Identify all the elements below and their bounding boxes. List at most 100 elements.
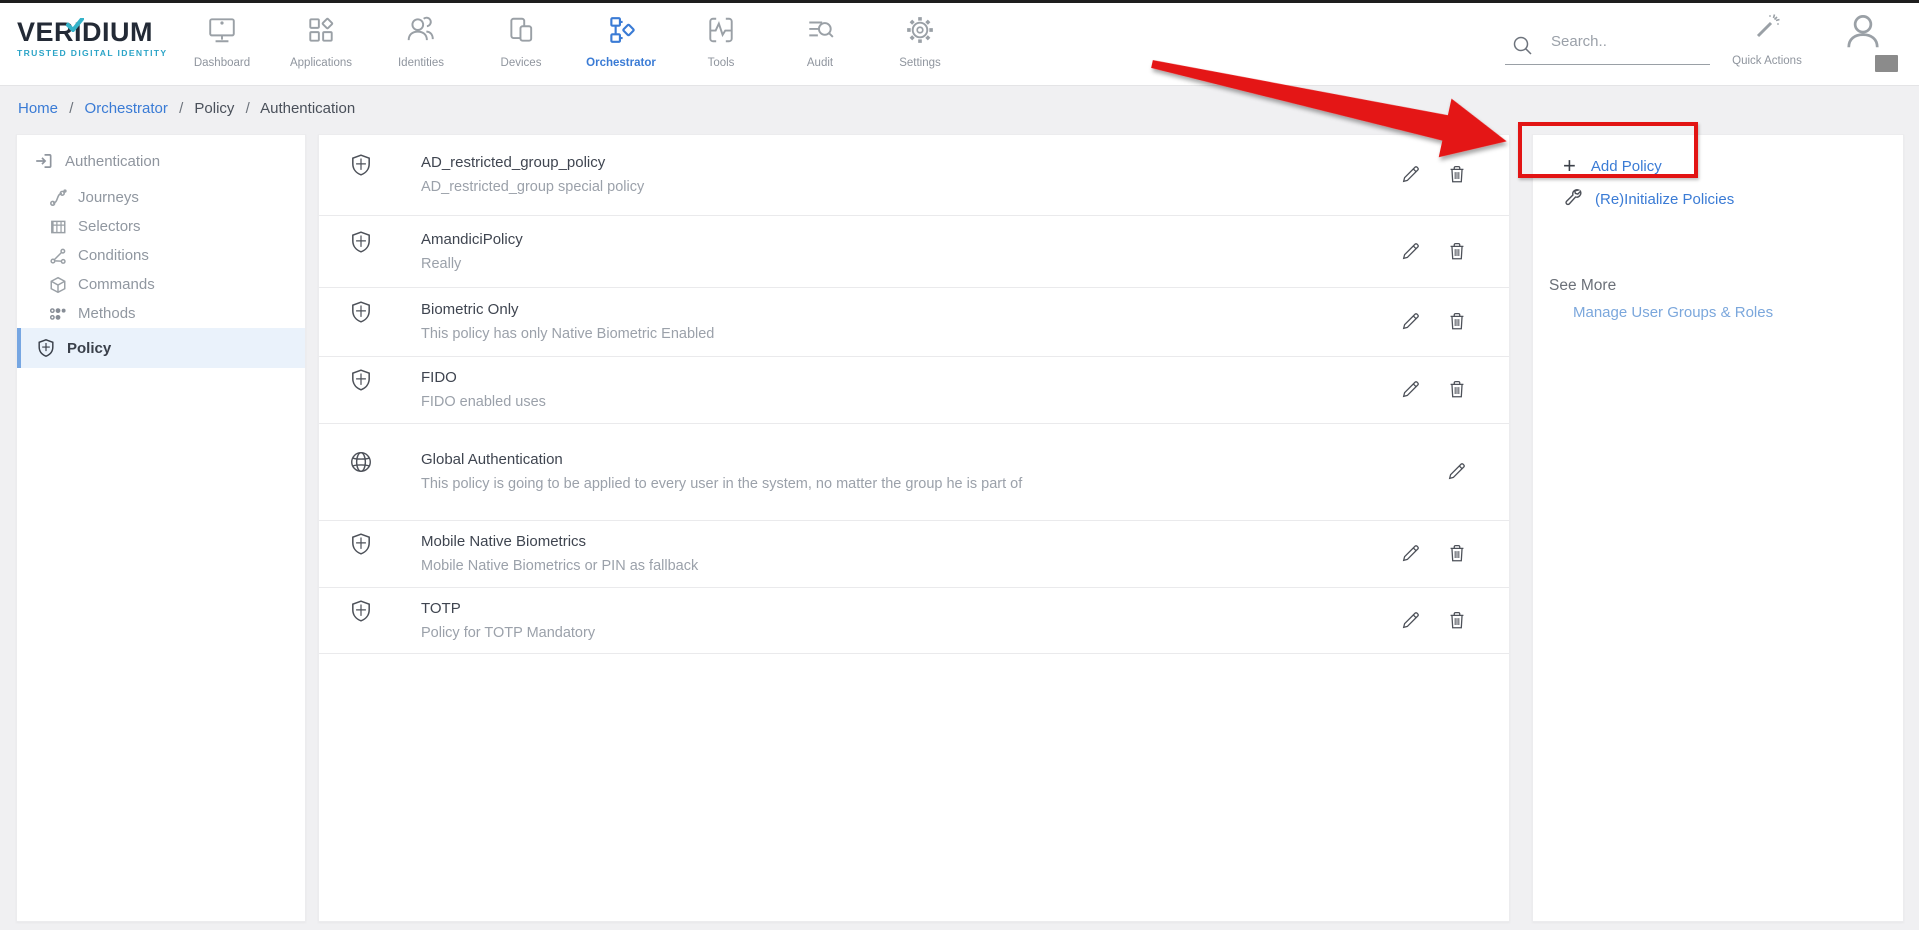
dots-grid-icon [49, 305, 67, 323]
sidebar-item-label: Selectors [78, 218, 141, 235]
nav-tools[interactable]: Tools [673, 11, 769, 81]
breadcrumb: Home / Orchestrator / Policy / Authentic… [18, 86, 355, 132]
breadcrumb-home[interactable]: Home [18, 100, 58, 117]
shield-icon [349, 532, 373, 556]
manage-user-groups-link[interactable]: Manage User Groups & Roles [1533, 304, 1903, 321]
sidebar-item-conditions[interactable]: Conditions [17, 241, 305, 270]
sidebar-item-authentication[interactable]: Authentication [17, 147, 305, 175]
sidebar-item-commands[interactable]: Commands [17, 270, 305, 299]
policy-description: This policy has only Native Biometric En… [421, 325, 714, 344]
shield-icon [349, 300, 373, 324]
nav-identities[interactable]: Identities [373, 11, 469, 81]
policy-row: AmandiciPolicy Really [319, 216, 1509, 288]
settings-icon [872, 11, 968, 51]
veridium-logo[interactable]: VERIDIUM TRUSTED DIGITAL IDENTITY [17, 17, 177, 58]
reinitialize-policies-button[interactable]: (Re)Initialize Policies [1533, 183, 1903, 215]
journeys-icon [49, 189, 67, 207]
sidebar-item-label: Commands [78, 276, 155, 293]
nav-applications[interactable]: Applications [273, 11, 369, 81]
delete-policy-button[interactable] [1445, 163, 1469, 187]
sidebar-item-label: Conditions [78, 247, 149, 264]
magic-wand-icon [1751, 30, 1783, 47]
collapsed-notification-square[interactable] [1875, 55, 1898, 72]
sidebar-item-label: Methods [78, 305, 136, 322]
policy-description: This policy is going to be applied to ev… [421, 475, 1022, 494]
sidebar-item-selectors[interactable]: Selectors [17, 212, 305, 241]
user-avatar-icon [1844, 38, 1882, 55]
veridium-admin-page: { "brand": { "name": "VERIDIUM", "taglin… [0, 0, 1919, 930]
policy-name: AmandiciPolicy [421, 230, 523, 250]
plus-icon: + [1563, 155, 1576, 177]
breadcrumb-orchestrator[interactable]: Orchestrator [85, 100, 168, 117]
search-icon[interactable] [1512, 35, 1534, 62]
sidebar-item-label: Journeys [78, 189, 139, 206]
edit-policy-button[interactable] [1399, 163, 1423, 187]
globe-icon [349, 450, 373, 474]
search-input[interactable] [1551, 33, 1701, 50]
policy-row: TOTP Policy for TOTP Mandatory [319, 588, 1509, 654]
shield-policy-icon [36, 338, 56, 358]
tools-icon [673, 11, 769, 51]
profile-button[interactable] [1842, 11, 1884, 55]
policy-row: Mobile Native Biometrics Mobile Native B… [319, 521, 1509, 588]
policy-name: Biometric Only [421, 300, 714, 320]
edit-policy-button[interactable] [1399, 240, 1423, 264]
sidebar-item-methods[interactable]: Methods [17, 299, 305, 328]
policy-name: TOTP [421, 599, 595, 619]
sidebar-item-label: Policy [67, 340, 111, 357]
delete-policy-button[interactable] [1445, 542, 1469, 566]
login-icon [34, 151, 54, 171]
shield-icon [349, 153, 373, 177]
see-more-heading: See More [1533, 277, 1903, 295]
wrench-icon [1563, 187, 1583, 212]
orchestrator-icon [573, 11, 669, 51]
nav-audit[interactable]: Audit [772, 11, 868, 81]
policy-description: Really [421, 255, 523, 274]
sidebar-item-label: Authentication [65, 153, 160, 170]
delete-policy-button[interactable] [1445, 310, 1469, 334]
sidebar-item-policy[interactable]: Policy [17, 328, 305, 368]
breadcrumb-separator: / [69, 100, 73, 117]
logo-wordmark: VERIDIUM [17, 17, 177, 47]
table-icon [49, 218, 67, 236]
dashboard-icon [174, 11, 270, 51]
policy-description: Mobile Native Biometrics or PIN as fallb… [421, 557, 698, 576]
nav-orchestrator[interactable]: Orchestrator [573, 11, 669, 81]
policy-row: Global Authentication This policy is goi… [319, 424, 1509, 521]
devices-icon [473, 11, 569, 51]
quick-actions-button[interactable]: Quick Actions [1718, 11, 1816, 81]
edit-policy-button[interactable] [1445, 460, 1469, 484]
sidebar-item-journeys[interactable]: Journeys [17, 183, 305, 212]
breadcrumb-separator: / [179, 100, 183, 117]
policy-actions-panel: + Add Policy (Re)Initialize Policies See… [1532, 134, 1904, 922]
edit-policy-button[interactable] [1399, 378, 1423, 402]
search-box [1505, 29, 1710, 65]
shield-icon [349, 368, 373, 392]
reinitialize-policies-label: (Re)Initialize Policies [1595, 191, 1734, 208]
app-header: VERIDIUM TRUSTED DIGITAL IDENTITY Dashbo… [0, 3, 1919, 86]
policy-row: Biometric Only This policy has only Nati… [319, 288, 1509, 357]
policy-description: FIDO enabled uses [421, 393, 546, 412]
edit-policy-button[interactable] [1399, 310, 1423, 334]
policy-description: Policy for TOTP Mandatory [421, 624, 595, 643]
shield-icon [349, 230, 373, 254]
nav-devices[interactable]: Devices [473, 11, 569, 81]
add-policy-label: Add Policy [1591, 158, 1662, 175]
add-policy-button[interactable]: + Add Policy [1533, 149, 1903, 183]
brand-name: VERIDIUM [17, 17, 153, 47]
logo-checkmark-icon [66, 8, 84, 38]
nav-dashboard[interactable]: Dashboard [174, 11, 270, 81]
delete-policy-button[interactable] [1445, 378, 1469, 402]
branch-icon [49, 247, 67, 265]
breadcrumb-authentication: Authentication [260, 100, 355, 117]
nav-settings[interactable]: Settings [872, 11, 968, 81]
edit-policy-button[interactable] [1399, 542, 1423, 566]
edit-policy-button[interactable] [1399, 609, 1423, 633]
sidebar-sublist: Journeys Selectors Conditions [17, 183, 305, 328]
shield-icon [349, 599, 373, 623]
applications-icon [273, 11, 369, 51]
cube-icon [49, 276, 67, 294]
policy-name: Global Authentication [421, 450, 1022, 470]
delete-policy-button[interactable] [1445, 240, 1469, 264]
delete-policy-button[interactable] [1445, 609, 1469, 633]
